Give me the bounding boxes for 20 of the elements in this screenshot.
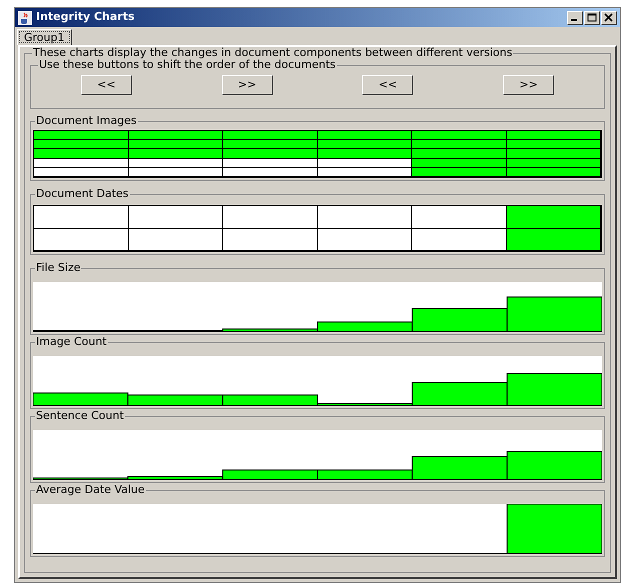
- group-title: Document Dates: [36, 187, 129, 200]
- maximize-icon: [587, 13, 597, 22]
- java-cup-icon: [18, 10, 32, 24]
- group-title: Image Count: [36, 335, 107, 348]
- group-title: Document Images: [36, 114, 137, 127]
- close-icon: [604, 13, 614, 22]
- close-button[interactable]: [601, 10, 617, 24]
- shift-button[interactable]: <<: [80, 75, 132, 95]
- minimize-button[interactable]: [567, 10, 583, 24]
- group-title: These charts display the changes in document components between different versions: [33, 46, 512, 59]
- group-title: File Size: [36, 261, 80, 274]
- group-title: Sentence Count: [36, 409, 124, 422]
- shift-button[interactable]: <<: [362, 75, 414, 95]
- tab[interactable]: Group1: [17, 29, 72, 45]
- window-title: Integrity Charts: [36, 9, 136, 26]
- shift-button[interactable]: >>: [222, 75, 273, 95]
- maximize-button[interactable]: [584, 10, 600, 24]
- group-title: Average Date Value: [36, 483, 145, 496]
- shift-button[interactable]: >>: [503, 75, 554, 95]
- group-title: Use these buttons to shift the order of the documents: [39, 58, 336, 71]
